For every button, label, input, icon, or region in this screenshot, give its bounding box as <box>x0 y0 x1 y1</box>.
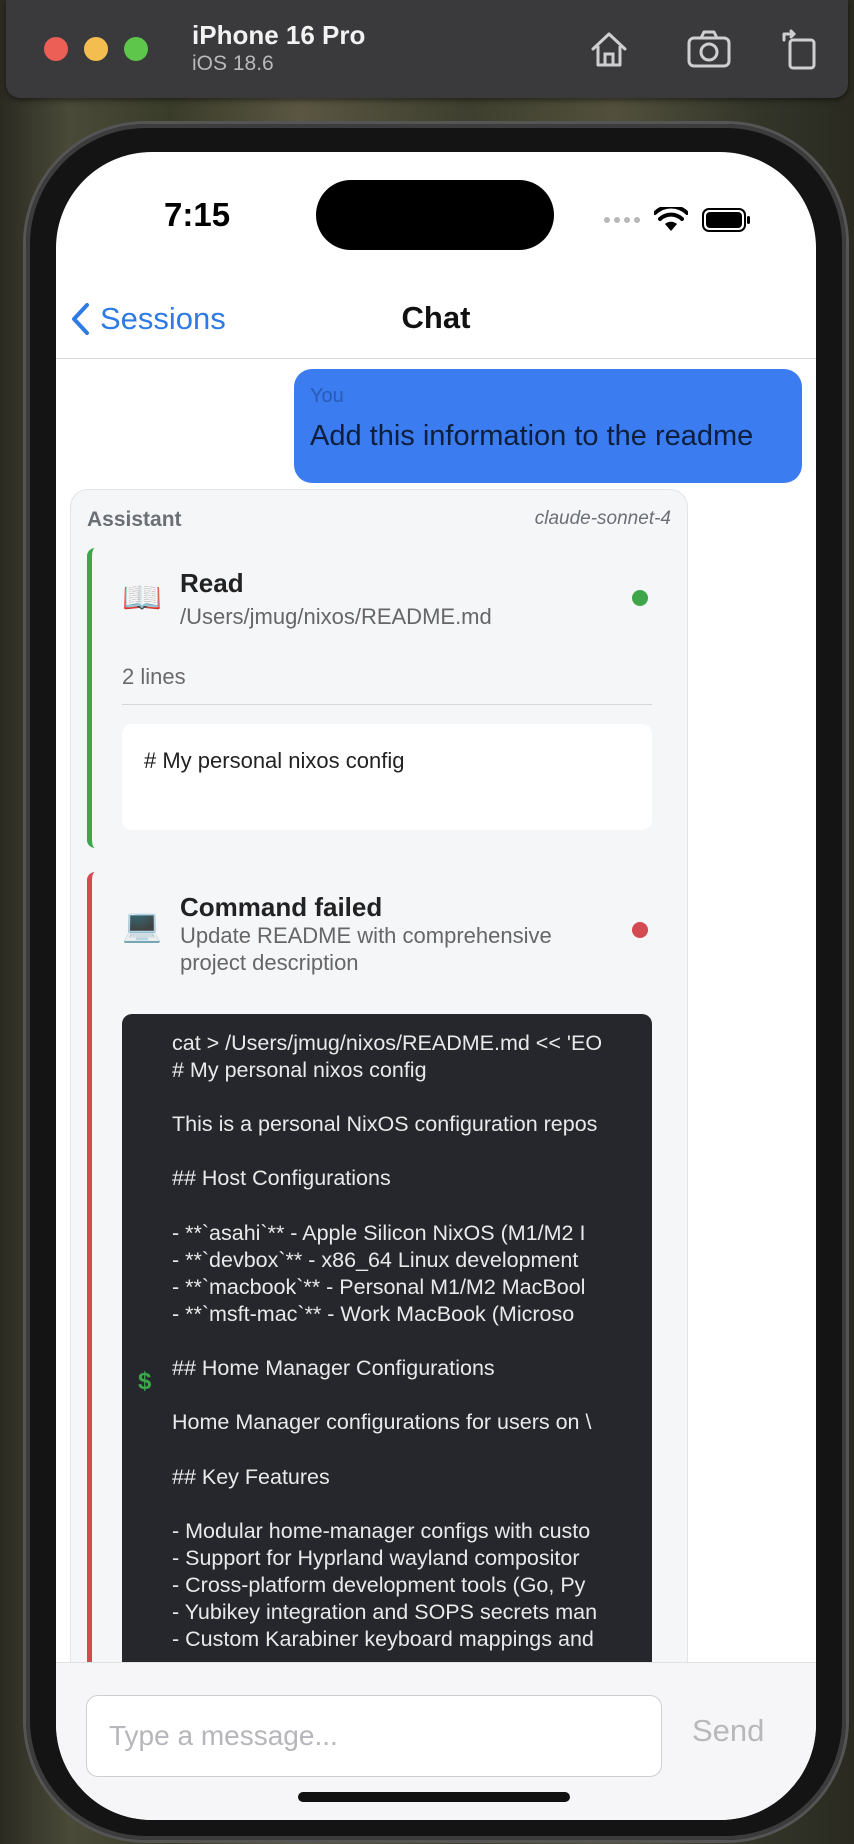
command-line: ## Key Features <box>172 1464 330 1489</box>
wifi-icon <box>654 207 688 231</box>
file-content-preview: # My personal nixos config <box>122 724 652 830</box>
command-line: - **`devbox`** - x86_64 Linux developmen… <box>172 1247 579 1272</box>
status-time: 7:15 <box>164 196 231 233</box>
home-indicator[interactable] <box>298 1792 570 1802</box>
tool-file-path: /Users/jmug/nixos/README.md <box>180 604 492 629</box>
rotate-button[interactable] <box>778 26 824 72</box>
screenshot-camera-icon <box>687 30 731 68</box>
book-icon: 📖 <box>122 579 162 615</box>
command-line: - **`macbook`** - Personal M1/M2 MacBool <box>172 1274 586 1299</box>
command-line: - **`msft-mac`** - Work MacBook (Microso <box>172 1301 575 1326</box>
assistant-message-card: Assistant claude-sonnet-4 📖 Read /Users/… <box>70 489 688 1662</box>
user-role-label: You <box>310 385 344 407</box>
command-line <box>172 1138 638 1165</box>
cellular-signal-icon <box>604 217 640 223</box>
command-line: Home Manager configurations for users on… <box>172 1410 592 1435</box>
assistant-role-label: Assistant <box>87 508 182 531</box>
tool-name: Read <box>180 568 244 598</box>
device-name: iPhone 16 Pro <box>192 20 366 50</box>
user-message-text: Add this information to the readme <box>310 420 754 452</box>
tool-call-command[interactable]: 💻 Command failed Update README with comp… <box>87 872 666 1662</box>
command-line: cat > /Users/jmug/nixos/README.md << 'EO <box>172 1031 603 1055</box>
command-line: This is a personal NixOS configuration r… <box>172 1112 598 1137</box>
chat-scroll-area[interactable]: You Add this information to the readme A… <box>56 359 816 1662</box>
screenshot-button[interactable] <box>686 26 732 72</box>
dynamic-island <box>316 180 554 250</box>
command-text: cat > /Users/jmug/nixos/README.md << 'EO… <box>172 1030 638 1653</box>
home-button[interactable] <box>586 26 632 72</box>
battery-icon <box>702 208 750 232</box>
line-count: 2 lines <box>122 664 186 689</box>
send-button[interactable]: Send <box>692 1713 764 1749</box>
model-name: claude-sonnet-4 <box>534 508 671 529</box>
command-line: - Modular home-manager configs with cust… <box>172 1518 591 1543</box>
status-indicators <box>604 204 752 236</box>
minimize-window-button[interactable] <box>84 37 108 61</box>
zoom-window-button[interactable] <box>124 37 148 61</box>
shell-prompt-icon: $ <box>138 1368 152 1395</box>
tool-name: Command failed <box>180 892 383 922</box>
tool-description: Update README with comprehensive project… <box>180 923 552 975</box>
command-line: # My personal nixos config <box>172 1058 427 1083</box>
laptop-icon: 💻 <box>122 907 162 943</box>
command-line <box>172 1382 638 1409</box>
command-line: - Custom Karabiner keyboard mappings and <box>172 1627 594 1652</box>
success-status-dot <box>632 590 648 606</box>
command-line <box>172 1436 638 1463</box>
command-line: - **`asahi`** - Apple Silicon NixOS (M1/… <box>172 1220 586 1245</box>
command-line <box>172 1491 638 1518</box>
page-title: Chat <box>401 300 471 335</box>
divider <box>122 704 652 705</box>
command-line <box>172 1084 638 1111</box>
simulator-title-bar: iPhone 16 Pro iOS 18.6 <box>6 0 848 98</box>
command-line: ## Home Manager Configurations <box>172 1356 495 1381</box>
command-output-terminal[interactable]: $ cat > /Users/jmug/nixos/README.md << '… <box>122 1014 652 1662</box>
command-line: - Support for Hyprland wayland composito… <box>172 1545 580 1570</box>
navigation-bar: Sessions Chat <box>56 282 816 359</box>
phone-screen: 7:15 Sessions Chat You Add this informat… <box>56 152 816 1820</box>
command-line <box>172 1193 638 1220</box>
home-icon <box>591 32 627 67</box>
tool-call-read[interactable]: 📖 Read /Users/jmug/nixos/README.md 2 lin… <box>87 548 666 848</box>
error-status-dot <box>632 922 648 938</box>
user-message-bubble: You Add this information to the readme <box>294 369 802 483</box>
rotate-icon <box>782 29 816 70</box>
command-line: - Cross-platform development tools (Go, … <box>172 1572 586 1597</box>
command-line <box>172 1328 638 1355</box>
message-input[interactable] <box>86 1695 662 1777</box>
command-line: ## Host Configurations <box>172 1166 391 1191</box>
command-line: - Yubikey integration and SOPS secrets m… <box>172 1599 598 1624</box>
close-window-button[interactable] <box>44 37 68 61</box>
os-version: iOS 18.6 <box>192 52 274 75</box>
